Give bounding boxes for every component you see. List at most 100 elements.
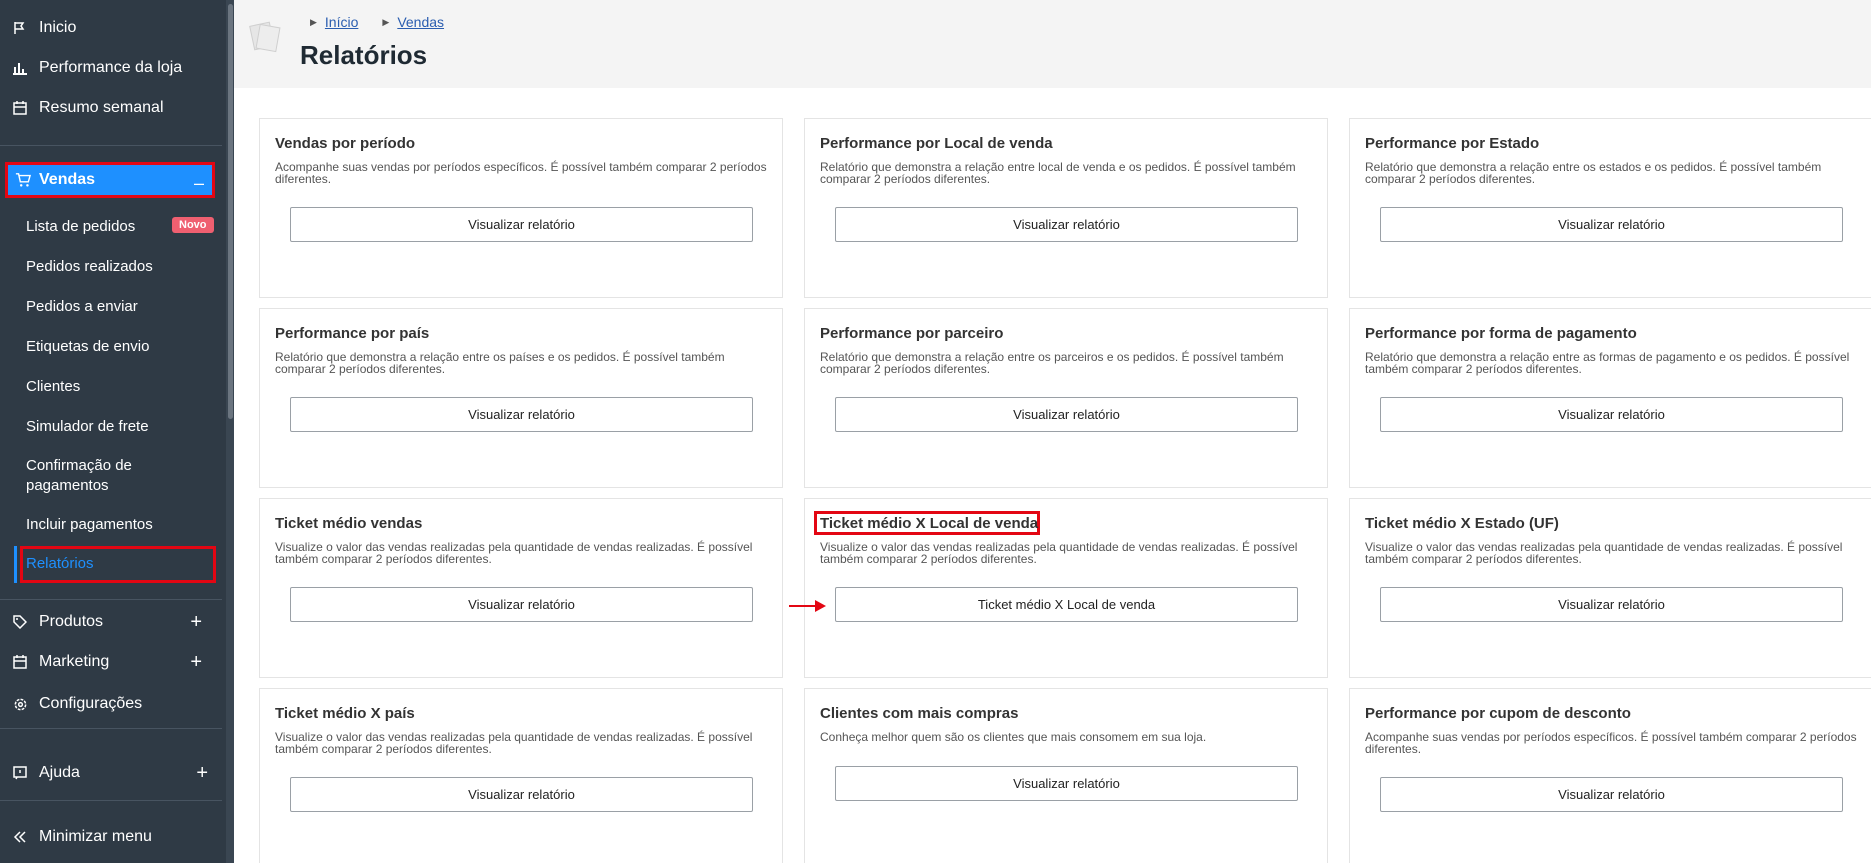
sidebar-item-label: Inicio [39,19,77,36]
sidebar-subitem-pedidos-enviar[interactable]: Pedidos a enviar [26,297,138,317]
sidebar-item-produtos[interactable]: Produtos + [0,602,222,642]
page-title: Relatórios [300,40,428,70]
sidebar-item-marketing[interactable]: Marketing + [0,642,222,682]
card-title: Ticket médio vendas [275,515,423,532]
report-card: Performance por forma de pagamento Relat… [1349,308,1871,488]
sidebar-item-label: Vendas [39,171,96,188]
sidebar-divider [0,728,222,729]
view-report-button[interactable]: Visualizar relatório [290,777,753,812]
card-title: Performance por parceiro [820,325,1004,342]
report-card: Vendas por período Acompanhe suas vendas… [259,118,783,298]
view-report-button[interactable]: Visualizar relatório [1380,587,1843,622]
sidebar-subitem-pedidos-realizados[interactable]: Pedidos realizados [26,257,153,277]
sidebar-item-configuracoes[interactable]: Configurações [0,684,222,724]
calendar-icon [12,654,28,670]
sidebar-subitem-confirmacao[interactable]: Confirmação de pagamentos [26,456,186,496]
page-header: ▶ Início ▶ Vendas Relatórios [234,0,1871,88]
expand-icon[interactable]: + [196,762,208,785]
card-title: Performance por Estado [1365,135,1540,152]
sidebar-subitem-etiquetas[interactable]: Etiquetas de envio [26,337,149,357]
card-description: Conheça melhor quem são os clientes que … [820,730,1207,744]
view-report-button[interactable]: Visualizar relatório [835,766,1298,801]
report-card: Performance por Estado Relatório que dem… [1349,118,1871,298]
sidebar-subitem-relatorios[interactable]: Relatórios [26,555,94,572]
sidebar-subitem-simulador[interactable]: Simulador de frete [26,417,149,437]
active-indicator [14,546,17,583]
bar-chart-icon [12,60,28,76]
view-report-button[interactable]: Visualizar relatório [835,207,1298,242]
card-description: Relatório que demonstra a relação entre … [1365,160,1822,186]
gear-icon [12,696,28,712]
report-card: Performance por parceiro Relatório que d… [804,308,1328,488]
view-report-button[interactable]: Visualizar relatório [290,207,753,242]
card-title: Ticket médio X Estado (UF) [1365,515,1559,532]
sidebar-item-label: Marketing [39,653,110,670]
collapse-icon[interactable]: – [194,173,204,194]
card-description: Acompanhe suas vendas por períodos espec… [275,160,767,186]
double-chevron-left-icon [12,829,28,845]
view-report-button[interactable]: Visualizar relatório [835,397,1298,432]
report-card: Ticket médio vendas Visualize o valor da… [259,498,783,678]
sidebar-item-minimizar[interactable]: Minimizar menu [0,817,222,857]
card-title: Performance por cupom de desconto [1365,705,1631,722]
report-card: Ticket médio X Local de venda Visualize … [804,498,1328,678]
report-card: Clientes com mais compras Conheça melhor… [804,688,1328,863]
report-card: Performance por cupom de desconto Acompa… [1349,688,1871,863]
card-title: Ticket médio X Local de venda [820,515,1039,532]
sidebar-item-vendas[interactable]: Vendas – [5,162,215,198]
expand-icon[interactable]: + [190,651,202,674]
view-report-button[interactable]: Visualizar relatório [1380,207,1843,242]
sidebar-item-label: Ajuda [39,764,80,781]
sidebar-subitem-clientes[interactable]: Clientes [26,377,80,397]
report-card: Performance por país Relatório que demon… [259,308,783,488]
tag-icon [12,614,28,630]
card-title: Ticket médio X país [275,705,415,722]
card-description: Visualize o valor das vendas realizadas … [275,540,753,566]
sidebar-divider [0,145,222,146]
card-description: Visualize o valor das vendas realizadas … [1365,540,1843,566]
view-report-button[interactable]: Visualizar relatório [290,397,753,432]
report-card: Ticket médio X Estado (UF) Visualize o v… [1349,498,1871,678]
sidebar-item-label: Produtos [39,613,104,630]
report-card: Performance por Local de venda Relatório… [804,118,1328,298]
new-badge: Novo [172,217,214,233]
card-title: Performance por forma de pagamento [1365,325,1637,342]
documents-icon [249,21,281,53]
sidebar-divider [0,599,222,600]
sidebar-item-performance[interactable]: Performance da loja [0,48,222,88]
calendar-icon [12,100,28,116]
view-report-button[interactable]: Visualizar relatório [1380,777,1843,812]
caret-right-icon: ▶ [382,17,390,27]
cart-icon [15,172,31,188]
sidebar-item-resumo[interactable]: Resumo semanal [0,88,222,128]
ticket-local-venda-button[interactable]: Ticket médio X Local de venda [835,587,1298,622]
card-title: Performance por país [275,325,430,342]
card-title: Clientes com mais compras [820,705,1019,722]
sidebar-subitem-incluir-pagamentos[interactable]: Incluir pagamentos [26,515,153,535]
view-report-button[interactable]: Visualizar relatório [1380,397,1843,432]
sidebar-item-inicio[interactable]: Inicio [0,8,222,48]
sidebar: Inicio Performance da loja Resumo semana… [0,0,234,863]
card-title: Vendas por período [275,135,416,152]
card-description: Relatório que demonstra a relação entre … [820,160,1296,186]
breadcrumb: ▶ Início ▶ Vendas [310,14,444,30]
card-description: Relatório que demonstra a relação entre … [1365,350,1850,376]
sidebar-item-label: Minimizar menu [39,828,152,845]
card-description: Relatório que demonstra a relação entre … [275,350,725,376]
card-description: Visualize o valor das vendas realizadas … [820,540,1298,566]
sidebar-item-ajuda[interactable]: Ajuda + [0,753,222,793]
view-report-button[interactable]: Visualizar relatório [290,587,753,622]
arrow-right-icon [789,600,826,612]
expand-icon[interactable]: + [190,611,202,634]
sidebar-scrollbar-thumb[interactable] [228,4,233,419]
flag-icon [12,20,28,36]
sidebar-item-label: Configurações [39,695,143,712]
help-icon [12,765,28,781]
card-description: Visualize o valor das vendas realizadas … [275,730,753,756]
breadcrumb-link-inicio[interactable]: Início [325,14,358,30]
card-description: Acompanhe suas vendas por períodos espec… [1365,730,1857,756]
breadcrumb-link-vendas[interactable]: Vendas [397,14,444,30]
card-title: Performance por Local de venda [820,135,1053,152]
sidebar-subitem-lista-pedidos[interactable]: Lista de pedidos [26,217,135,237]
sidebar-divider [0,800,222,801]
